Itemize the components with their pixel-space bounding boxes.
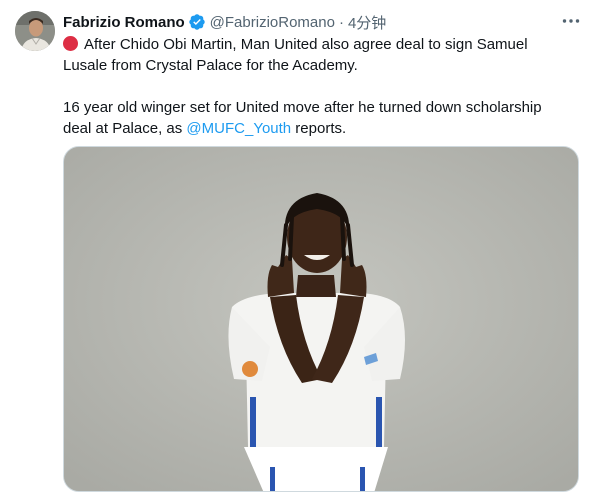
header-separator: ·	[338, 13, 344, 31]
tweet-line-2-after: reports.	[291, 120, 347, 137]
avatar-photo	[15, 11, 55, 51]
author-avatar[interactable]	[15, 11, 55, 51]
tweet-paragraph-1: After Chido Obi Martin, Man United also …	[63, 34, 573, 76]
tweet-timestamp[interactable]: 4分钟	[348, 12, 386, 33]
tweet-text: After Chido Obi Martin, Man United also …	[63, 34, 573, 139]
red-circle-emoji-icon	[63, 36, 78, 51]
tweet-paragraph-2: 16 year old winger set for United move a…	[63, 97, 573, 139]
verified-badge-icon	[188, 14, 205, 30]
author-handle[interactable]: @FabrizioRomano	[210, 14, 335, 31]
tweet-photo[interactable]	[63, 146, 579, 492]
tweet-line-1: After Chido Obi Martin, Man United also …	[63, 36, 528, 74]
player-photo-illustration	[64, 147, 578, 491]
author-name[interactable]: Fabrizio Romano	[63, 14, 185, 31]
mention-link[interactable]: @MUFC_Youth	[186, 120, 291, 137]
tweet-header: Fabrizio Romano @FabrizioRomano · 4分钟	[63, 12, 386, 32]
more-options-icon[interactable]	[560, 12, 582, 30]
